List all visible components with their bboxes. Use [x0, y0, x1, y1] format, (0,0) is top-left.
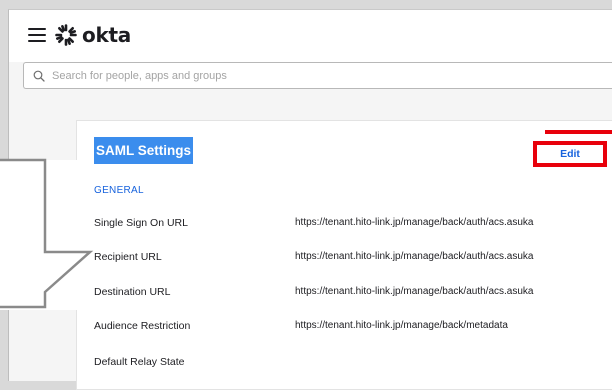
row-label: Single Sign On URL — [94, 217, 188, 229]
row-label: Destination URL — [94, 286, 171, 298]
row-label: Audience Restriction — [94, 320, 191, 332]
saml-settings-card: SAML Settings Edit GENERAL Single Sign O… — [76, 120, 612, 390]
app-window: okta SAML Settings Edit GENERAL Single S… — [8, 9, 612, 390]
okta-sunburst-icon — [55, 24, 77, 46]
search-bar[interactable] — [23, 62, 612, 89]
row-label: Default Relay State — [94, 356, 185, 368]
logo-text: okta — [82, 23, 131, 47]
section-label-general: GENERAL — [94, 185, 144, 196]
row-label: Recipient URL — [94, 251, 162, 263]
page-background-strip — [9, 89, 612, 115]
okta-logo[interactable]: okta — [55, 22, 131, 48]
edit-button[interactable]: Edit — [533, 141, 607, 167]
row-default-relay-state: Default Relay State — [94, 356, 609, 372]
top-bar: okta — [9, 10, 612, 62]
callout-fill — [0, 160, 82, 310]
hamburger-icon[interactable] — [28, 28, 46, 42]
row-value: https://tenant.hito-link.jp/manage/back/… — [295, 217, 534, 228]
annotation-red-line — [545, 130, 612, 134]
row-value: https://tenant.hito-link.jp/manage/back/… — [295, 251, 534, 262]
card-title: SAML Settings — [94, 137, 194, 164]
row-value: https://tenant.hito-link.jp/manage/back/… — [295, 286, 534, 297]
row-destination-url: Destination URL https://tenant.hito-link… — [94, 286, 609, 302]
row-value: https://tenant.hito-link.jp/manage/back/… — [295, 320, 508, 331]
row-single-sign-on-url: Single Sign On URL https://tenant.hito-l… — [94, 217, 609, 233]
row-audience-restriction: Audience Restriction https://tenant.hito… — [94, 320, 609, 336]
search-icon — [33, 70, 45, 82]
search-input[interactable] — [52, 66, 592, 85]
row-recipient-url: Recipient URL https://tenant.hito-link.j… — [94, 251, 609, 267]
